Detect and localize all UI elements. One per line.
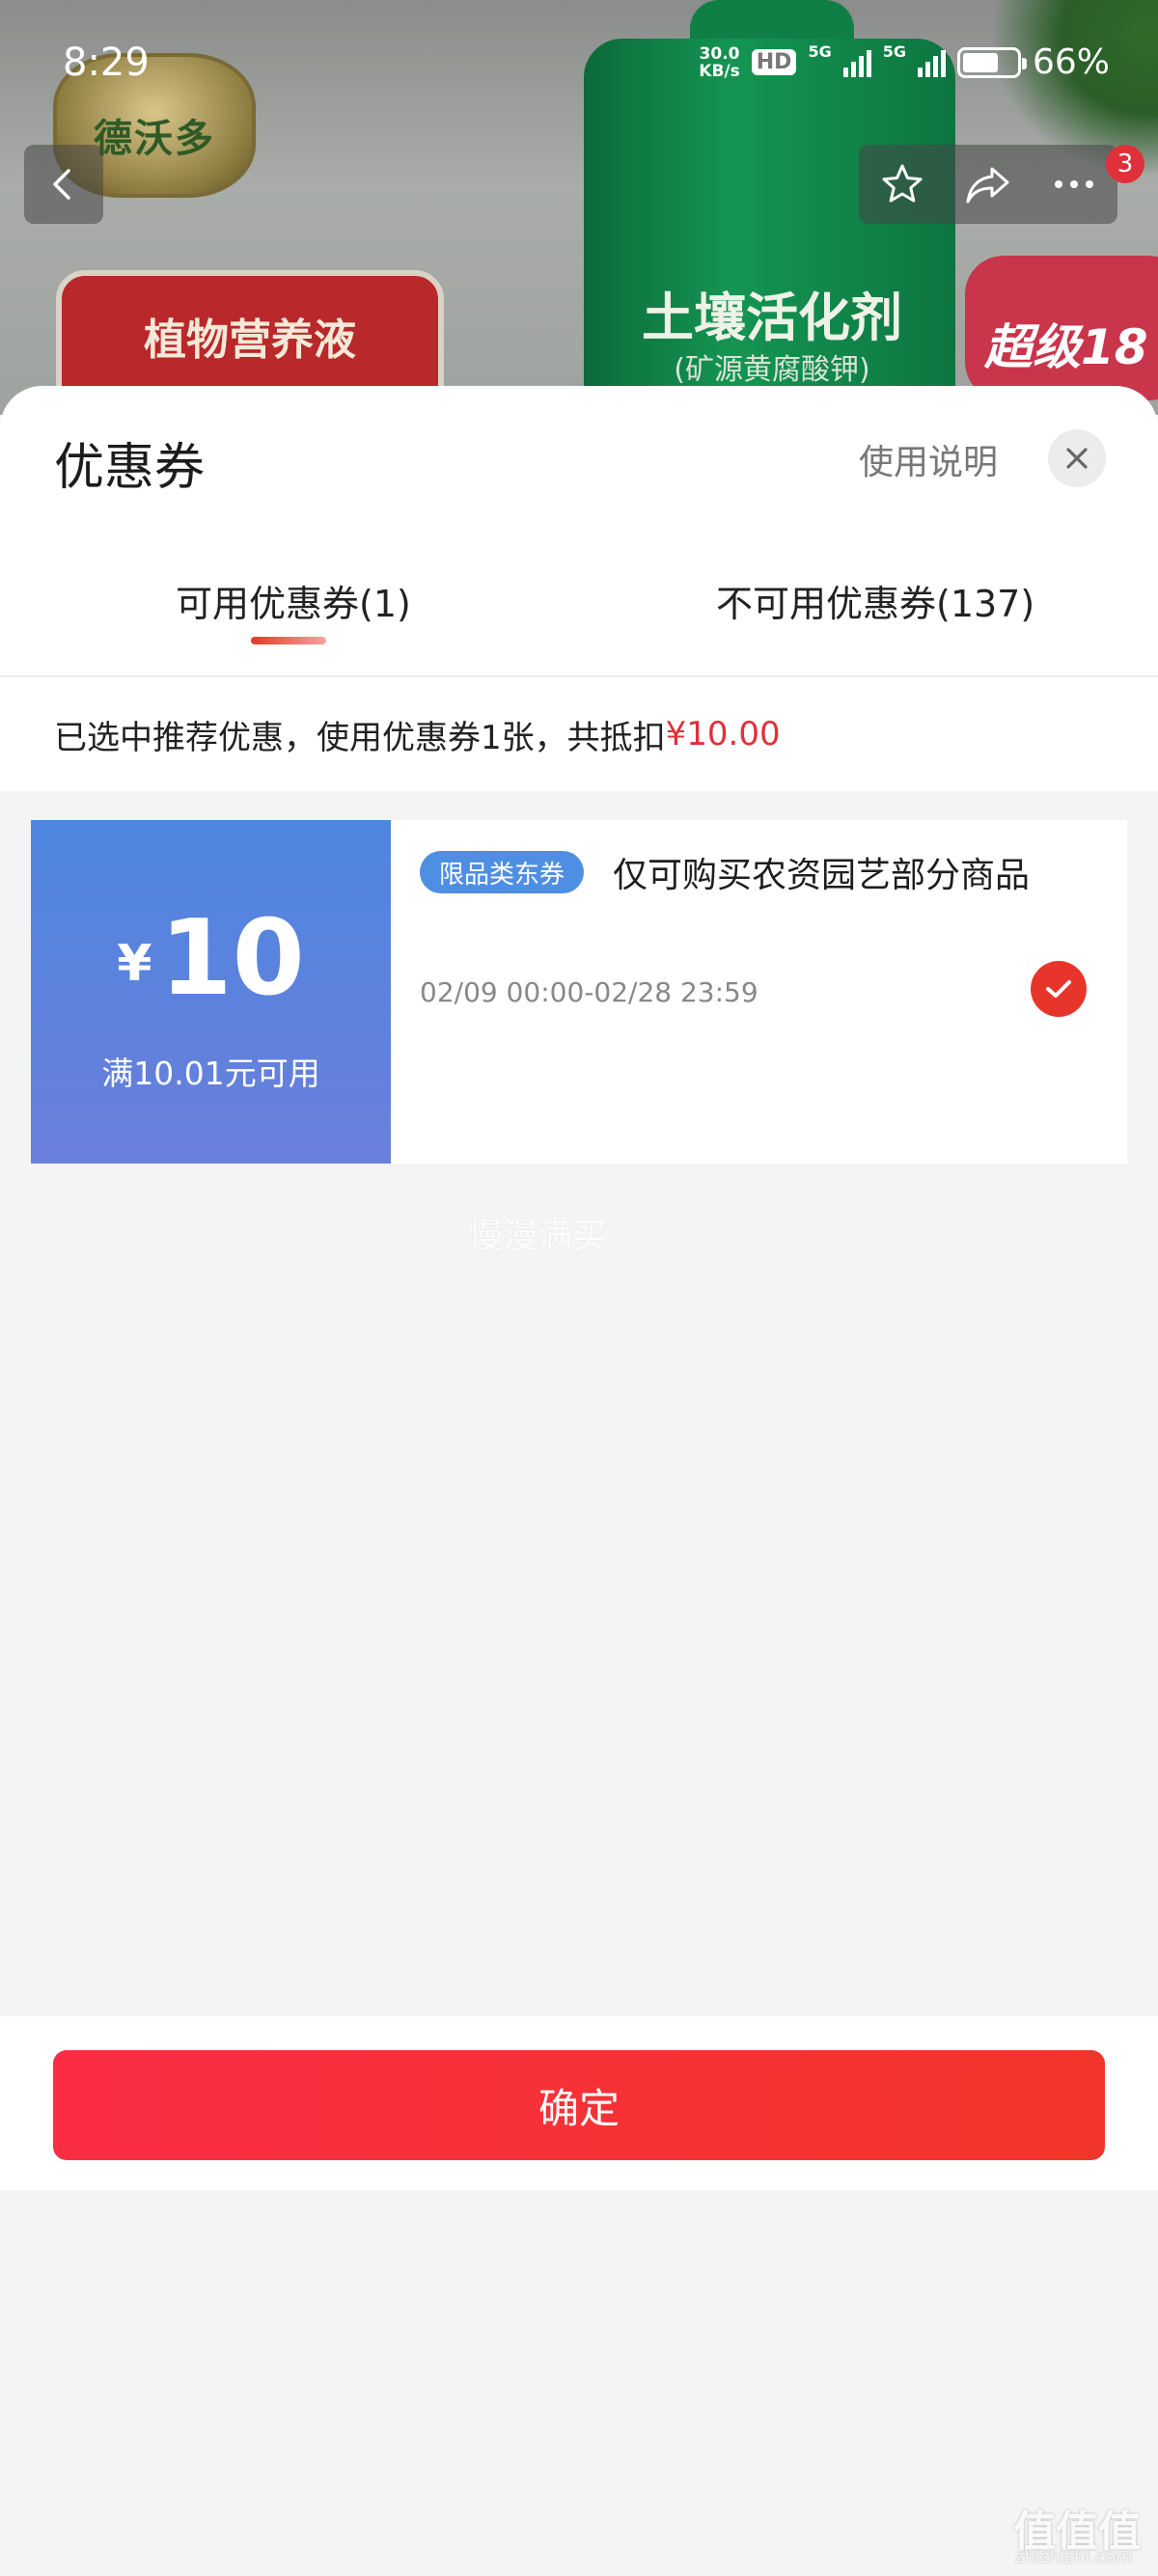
top-action-group: [859, 145, 1117, 224]
battery-icon: [956, 46, 1027, 78]
coupon-validity: 02/09 00:00-02/28 23:59: [420, 976, 758, 1008]
status-indicators: 30.0 KB/s HD 5G 5G 66%: [699, 42, 1110, 82]
star-icon: [882, 164, 923, 203]
network-speed-unit: KB/s: [699, 61, 740, 81]
active-tab-indicator: [251, 637, 326, 644]
signal-icon: [842, 48, 871, 77]
coupon-card[interactable]: ¥10 满10.01元可用 限品类东券 仅可购买农资园艺部分商品 02/09 0…: [24, 820, 1127, 1164]
more-button[interactable]: [1045, 155, 1103, 213]
sheet-title: 优惠券: [54, 439, 206, 497]
confirm-button[interactable]: 确定: [53, 2050, 1105, 2160]
share-icon: [966, 167, 1009, 204]
coupon-value-panel: ¥10 满10.01元可用: [24, 820, 391, 1164]
bottle-title: 土壤活化剂: [642, 288, 902, 348]
coupon-detail-panel: 限品类东券 仅可购买农资园艺部分商品 02/09 00:00-02/28 23:…: [391, 820, 1127, 1164]
usage-instructions-link[interactable]: 使用说明: [859, 434, 998, 484]
coupon-amount-value: 10: [159, 898, 305, 1019]
hd-voice-icon: HD: [751, 49, 797, 75]
coupon-type-tag: 限品类东券: [420, 851, 585, 893]
coupon-sheet: 优惠券 使用说明 可用优惠券(1) 不可用优惠券(137) 已选中推荐优惠，使用…: [0, 386, 1158, 2576]
bottle-subtitle: (矿源黄腐酸钾): [674, 353, 870, 387]
check-icon: [1046, 980, 1071, 998]
back-icon: [53, 169, 70, 200]
close-button[interactable]: [1048, 429, 1106, 487]
status-time: 8:29: [63, 41, 150, 85]
status-bar: 8:29 30.0 KB/s HD 5G 5G 66%: [0, 29, 1158, 106]
tab-unavailable-coupons[interactable]: 不可用优惠券(137): [716, 574, 1034, 627]
coupon-condition: 满10.01元可用: [101, 1055, 320, 1092]
coupon-amount: ¥10: [31, 907, 391, 1011]
coupon-currency: ¥: [117, 935, 152, 993]
coupon-description: 仅可购买农资园艺部分商品: [613, 856, 1031, 895]
more-icon: [1055, 180, 1094, 188]
promo-badge-text: 超级18: [984, 319, 1148, 375]
network-type-1: 5G: [808, 42, 832, 61]
summary-text: 已选中推荐优惠，使用优惠券1张，共抵扣: [54, 718, 666, 757]
signal-icon-2: [917, 48, 946, 77]
network-speed: 30.0 KB/s: [699, 45, 739, 80]
message-count-badge: 3: [1106, 145, 1144, 183]
network-speed-value: 30.0: [699, 43, 740, 64]
favorite-button[interactable]: [873, 155, 931, 213]
watermark-text: 慢漫满买: [468, 1217, 608, 1256]
back-button[interactable]: [24, 145, 103, 224]
product-box-text: 植物营养液: [144, 315, 356, 365]
share-button[interactable]: [959, 155, 1017, 213]
coupon-select-checkbox[interactable]: [1031, 961, 1087, 1017]
battery-percent: 66%: [1032, 42, 1110, 82]
summary-amount: ¥10.00: [665, 715, 781, 754]
selection-summary: 已选中推荐优惠，使用优惠券1张，共抵扣 ¥10.00: [0, 677, 1158, 791]
network-type-2: 5G: [882, 42, 906, 61]
battery-fill: [962, 52, 998, 72]
close-icon: [1066, 448, 1088, 469]
sheet-header: 优惠券 使用说明 可用优惠券(1) 不可用优惠券(137): [0, 386, 1158, 675]
sheet-footer: 确定: [0, 2016, 1158, 2190]
promo-badge: 超级18: [965, 256, 1158, 400]
tab-available-coupons[interactable]: 可用优惠券(1): [176, 574, 411, 627]
site-watermark-url: zhizhizhi.com: [1015, 2547, 1133, 2567]
